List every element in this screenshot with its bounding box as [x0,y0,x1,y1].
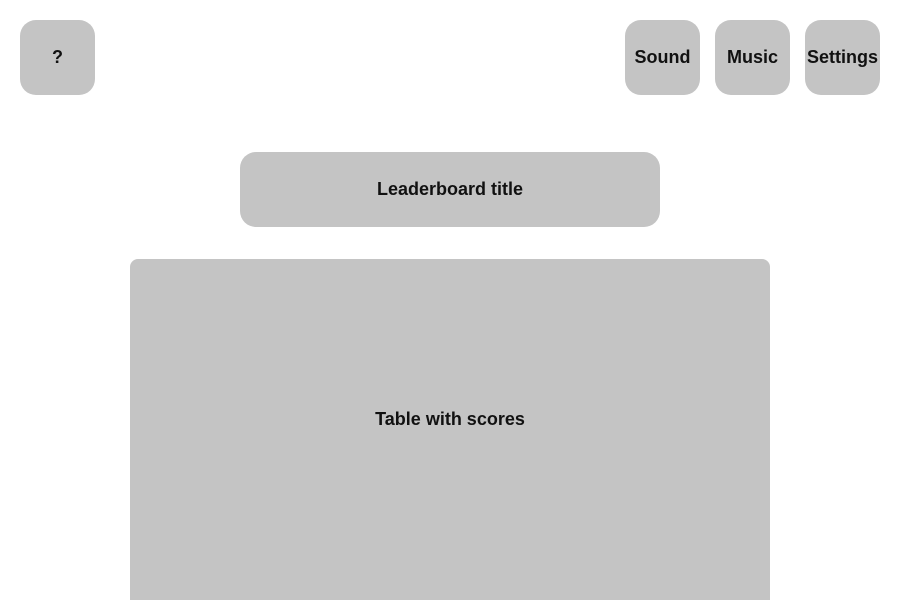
settings-button[interactable]: Settings [805,20,880,95]
music-button-label: Music [726,47,778,67]
score-table-placeholder: Table with scores [375,408,525,429]
leaderboard-title: Leaderboard title [240,152,660,227]
help-button[interactable]: ? [20,20,95,95]
sound-button[interactable]: Sound [625,20,700,95]
settings-button-label: Settings [806,47,878,67]
leaderboard-title-text: Leaderboard title [376,179,524,199]
music-button[interactable]: Music [715,20,790,95]
sound-button-label: Sound [634,47,691,67]
score-table: Table with scores [130,259,770,600]
help-button-label: ? [52,47,63,67]
